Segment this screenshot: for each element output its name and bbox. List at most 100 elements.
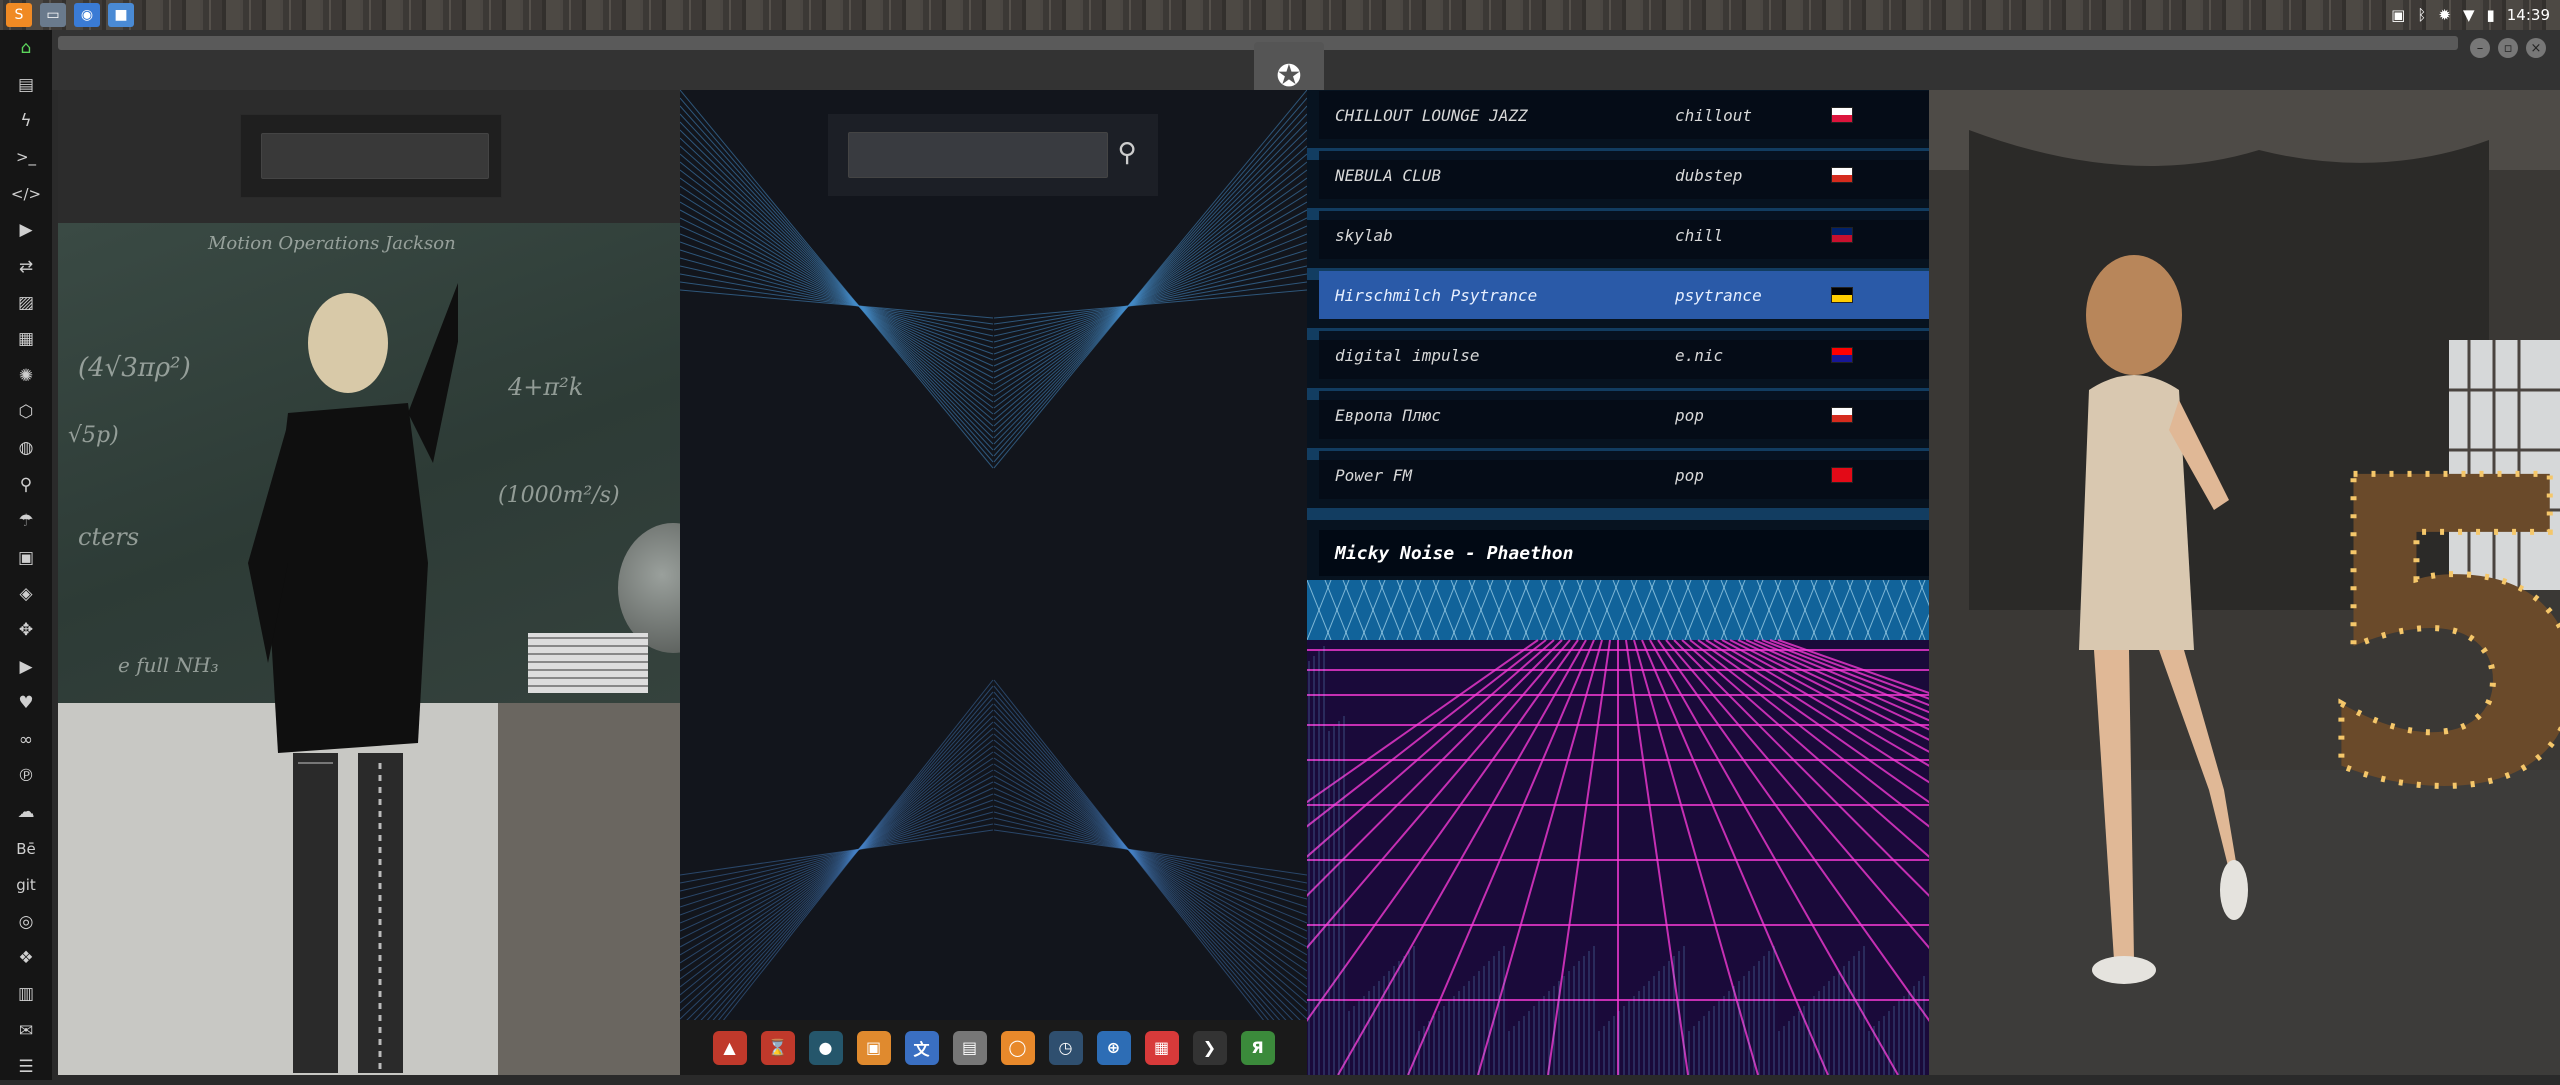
- mail-icon[interactable]: ✉: [0, 1013, 52, 1049]
- dock-translate-icon[interactable]: 文: [904, 1030, 939, 1065]
- station-flag-icon: [1831, 227, 1853, 243]
- geometric-wallpaper: [680, 90, 1307, 1075]
- station-genre: dubstep: [1675, 165, 1743, 185]
- station-name: Европа Плюс: [1335, 405, 1441, 425]
- system-tray: ▣ ᛒ ✹ ▼ ▮ 14:39: [2391, 0, 2550, 30]
- image-icon[interactable]: ▨: [0, 285, 52, 321]
- dock-yandex-icon[interactable]: Я: [1240, 1030, 1275, 1065]
- dock-photos-icon[interactable]: ▣: [856, 1030, 891, 1065]
- main-content: (4√3πρ²) √5p) cters e full NH₃ 4+π²k (10…: [58, 90, 2560, 1075]
- behance-icon[interactable]: Bē: [0, 831, 52, 867]
- cloud-icon[interactable]: ☁: [0, 794, 52, 830]
- station-name: NEBULA CLUB: [1335, 165, 1441, 185]
- dock-search-icon[interactable]: ◯: [1000, 1030, 1035, 1065]
- image-tray-icon[interactable]: ▣: [2391, 6, 2405, 24]
- search-icon[interactable]: ⚲: [0, 467, 52, 503]
- close-button[interactable]: ×: [2526, 38, 2546, 58]
- dock-warning-icon[interactable]: ▲: [712, 1030, 747, 1065]
- station-row[interactable]: Hirschmilch Psytrance psytrance: [1319, 271, 1929, 319]
- aperture-icon[interactable]: ✺: [0, 358, 52, 394]
- cabinet: [498, 703, 680, 1075]
- dock-browser-icon[interactable]: ▤: [952, 1030, 987, 1065]
- station-row[interactable]: NEBULA CLUB dubstep: [1319, 151, 1929, 199]
- station-name: CHILLOUT LOUNGE JAZZ: [1335, 105, 1528, 125]
- top-panel: S ▭ ◉ ■ ▣ ᛒ ✹ ▼ ▮ 14:39: [0, 0, 2560, 30]
- git-icon[interactable]: git: [0, 867, 52, 903]
- station-genre: pop: [1675, 465, 1704, 485]
- clock[interactable]: 14:39: [2507, 6, 2550, 24]
- newspaper-icon[interactable]: ▦: [0, 321, 52, 357]
- terminal-icon[interactable]: >_: [0, 139, 52, 175]
- pinterest-icon[interactable]: ℗: [0, 758, 52, 794]
- search-input-2[interactable]: [848, 132, 1108, 178]
- tag-icon[interactable]: ◈: [0, 576, 52, 612]
- station-genre: chillout: [1675, 105, 1753, 125]
- station-name: skylab: [1335, 225, 1393, 245]
- translate-icon[interactable]: ⇄: [0, 248, 52, 284]
- station-row[interactable]: skylab chill: [1319, 211, 1929, 259]
- panel-geometric: ⚲ ▲ ⌛ ● ▣ 文 ▤ ◯ ◷ ⊕ ▦ ❯ Я: [680, 90, 1307, 1075]
- station-genre: e.nic: [1675, 345, 1724, 365]
- maximize-button[interactable]: ▫: [2498, 38, 2518, 58]
- contact-icon[interactable]: ▣: [0, 539, 52, 575]
- expand-icon[interactable]: ✥: [0, 612, 52, 648]
- station-genre: psytrance: [1675, 285, 1762, 305]
- station-row[interactable]: digital impulse e.nic: [1319, 331, 1929, 379]
- station-flag-icon: [1831, 347, 1853, 363]
- lightning-icon[interactable]: ϟ: [0, 103, 52, 139]
- station-genre: pop: [1675, 405, 1704, 425]
- dock-sublime-icon[interactable]: ❯: [1192, 1030, 1227, 1065]
- minimize-button[interactable]: –: [2470, 38, 2490, 58]
- umbrella-icon[interactable]: ☂: [0, 503, 52, 539]
- wifi-icon[interactable]: ▼: [2463, 6, 2475, 24]
- bug-tray-icon[interactable]: ✹: [2438, 6, 2451, 24]
- teacher-figure: [248, 283, 458, 1073]
- dock-earth-icon[interactable]: ●: [808, 1030, 843, 1065]
- link-icon[interactable]: ∞: [0, 721, 52, 757]
- fashion-photo: 5: [1929, 90, 2560, 1075]
- station-flag-icon: [1831, 467, 1853, 483]
- search-container: [240, 114, 502, 198]
- station-name: Power FM: [1335, 465, 1413, 485]
- search-icon[interactable]: ⚲: [1110, 136, 1144, 170]
- hexagon-icon[interactable]: ⬡: [0, 394, 52, 430]
- dock-calendar-icon[interactable]: ▦: [1144, 1030, 1179, 1065]
- station-genre: chill: [1675, 225, 1724, 245]
- station-row[interactable]: Power FM pop: [1319, 451, 1929, 499]
- map-icon[interactable]: ▥: [0, 976, 52, 1012]
- document-icon[interactable]: ▤: [0, 66, 52, 102]
- home-icon[interactable]: ⌂: [0, 30, 52, 66]
- chrome-app-icon[interactable]: ◉: [74, 3, 100, 27]
- station-row[interactable]: Европа Плюс pop: [1319, 391, 1929, 439]
- tray-icons: ▣ ᛒ ✹ ▼ ▮: [2391, 6, 2495, 24]
- files-app-icon[interactable]: ▭: [40, 3, 66, 27]
- dock-globe-icon[interactable]: ⊕: [1096, 1030, 1131, 1065]
- dock-clock-icon[interactable]: ◷: [1048, 1030, 1083, 1065]
- station-flag-icon: [1831, 167, 1853, 183]
- window-controls: – ▫ ×: [2470, 38, 2546, 58]
- station-row[interactable]: CHILLOUT LOUNGE JAZZ chillout: [1319, 91, 1929, 139]
- battery-icon[interactable]: ▮: [2487, 6, 2495, 24]
- classroom-photo: (4√3πρ²) √5p) cters e full NH₃ 4+π²k (10…: [58, 223, 680, 1075]
- play-icon[interactable]: ▶: [0, 212, 52, 248]
- cubes-icon[interactable]: ❖: [0, 940, 52, 976]
- left-sidebar: ⌂ ▤ ϟ >_ </> ▶ ⇄ ▨ ▦ ✺ ⬡ ◍ ⚲ ☂ ▣ ◈ ✥ ▶ ♥ ∞ ℗ ☁ Bē git ◎ ❖ ▥ ✉ ☰: [0, 30, 52, 1080]
- dock-hourglass-icon[interactable]: ⌛: [760, 1030, 795, 1065]
- sublime-app-icon[interactable]: S: [6, 3, 32, 27]
- folder-app-icon[interactable]: ■: [108, 3, 134, 27]
- search-container-2: ⚲: [828, 114, 1158, 196]
- code-icon[interactable]: </>: [0, 176, 52, 212]
- bluetooth-icon[interactable]: ᛒ: [2417, 6, 2426, 24]
- svg-text:5: 5: [2309, 391, 2560, 880]
- panel-fashion: 5: [1929, 90, 2560, 1075]
- youtube-icon[interactable]: ▶: [0, 649, 52, 685]
- window-titlebar: ✪ – ▫ ×: [52, 30, 2560, 110]
- station-flag-icon: [1831, 407, 1853, 423]
- panel-classroom: (4√3πρ²) √5p) cters e full NH₃ 4+π²k (10…: [58, 90, 680, 1075]
- dock: ▲ ⌛ ● ▣ 文 ▤ ◯ ◷ ⊕ ▦ ❯ Я: [680, 1020, 1307, 1075]
- search-input[interactable]: [261, 133, 489, 179]
- station-name: digital impulse: [1335, 345, 1480, 365]
- globe-icon[interactable]: ◍: [0, 430, 52, 466]
- github-icon[interactable]: ◎: [0, 903, 52, 939]
- heart-icon[interactable]: ♥: [0, 685, 52, 721]
